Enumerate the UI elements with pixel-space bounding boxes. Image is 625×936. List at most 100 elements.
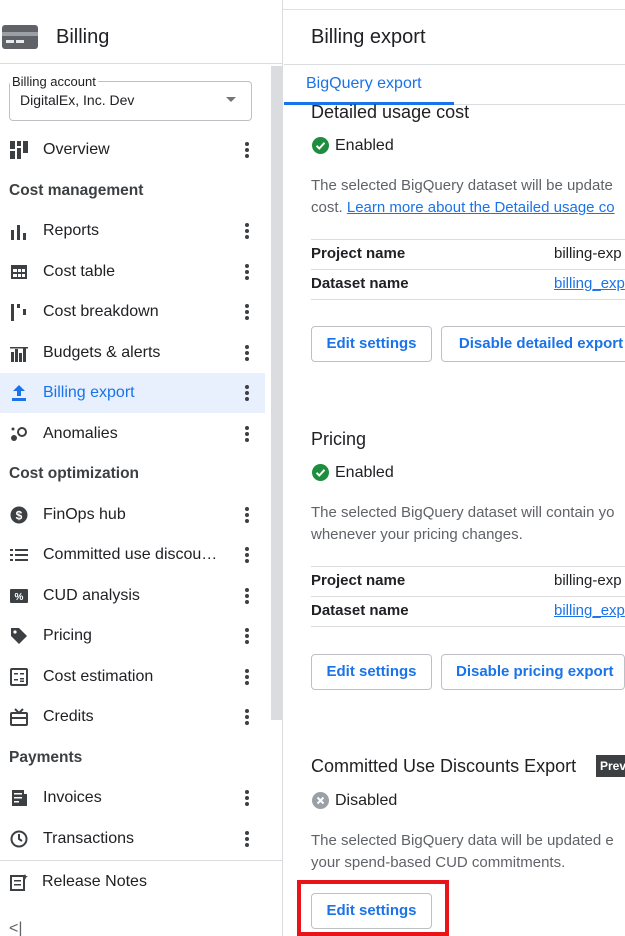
percent-tag-icon: %: [10, 589, 28, 603]
more-vert-icon[interactable]: [240, 707, 254, 727]
sidebar-item-billing-export[interactable]: Billing export: [0, 373, 265, 413]
collapse-sidebar-icon[interactable]: <|: [9, 920, 23, 936]
row-divider: [311, 626, 625, 627]
more-vert-icon[interactable]: [240, 221, 254, 241]
sidebar-item-label: Reports: [43, 222, 100, 239]
table-icon: [11, 265, 27, 279]
sidebar-item-label: Invoices: [43, 789, 102, 806]
calculator-icon: [10, 668, 28, 686]
sidebar-item-label: FinOps hub: [43, 506, 126, 523]
more-vert-icon[interactable]: [240, 262, 254, 282]
divider: [284, 64, 625, 65]
description-line: cost. Learn more about the Detailed usag…: [311, 197, 625, 219]
history-icon: [10, 830, 28, 848]
sidebar-item-anomalies[interactable]: Anomalies: [0, 414, 265, 454]
sidebar-item-invoices[interactable]: Invoices: [0, 778, 265, 818]
sidebar-item-budgets-alerts[interactable]: Budgets & alerts: [0, 333, 265, 373]
waterfall-icon: [11, 304, 26, 321]
status-text: Disabled: [335, 792, 398, 809]
row-divider: [311, 239, 625, 240]
description-text: cost.: [311, 199, 347, 216]
tab-bigquery-export[interactable]: BigQuery export: [306, 75, 422, 93]
page-title: Billing export: [311, 26, 426, 48]
sidebar-item-label: Anomalies: [43, 425, 118, 442]
release-notes-link[interactable]: Release Notes: [0, 862, 282, 902]
sidebar-item-label: Budgets & alerts: [43, 344, 161, 361]
sidebar-item-cost-estimation[interactable]: Cost estimation: [0, 657, 265, 697]
disable-detailed-export-button[interactable]: Disable detailed export: [441, 326, 625, 362]
dataset-name-link[interactable]: billing_exp: [554, 275, 625, 292]
more-vert-icon[interactable]: [240, 505, 254, 525]
dashboard-icon: [10, 141, 28, 159]
invoice-icon: [12, 790, 27, 806]
more-vert-icon[interactable]: [240, 667, 254, 687]
sidebar-item-cost-table[interactable]: Cost table: [0, 252, 265, 292]
dataset-name-label: Dataset name: [311, 275, 409, 292]
sidebar-item-label: Credits: [43, 708, 94, 725]
svg-text:%: %: [15, 592, 24, 603]
more-vert-icon[interactable]: [240, 626, 254, 646]
billing-account-label: Billing account: [10, 74, 98, 89]
list-icon: [10, 549, 28, 561]
detailed-edit-settings-button[interactable]: Edit settings: [311, 326, 432, 362]
project-name-label: Project name: [311, 572, 406, 589]
dataset-name-label: Dataset name: [311, 602, 409, 619]
row-divider: [311, 596, 625, 597]
sidebar-header: Billing: [0, 10, 282, 64]
description-line: The selected BigQuery data will be updat…: [311, 832, 614, 849]
disable-pricing-export-button[interactable]: Disable pricing export: [441, 654, 625, 690]
sidebar-item-cost-breakdown[interactable]: Cost breakdown: [0, 292, 265, 332]
sidebar-item-label: CUD analysis: [43, 587, 140, 604]
section-payments: Payments: [9, 749, 83, 766]
more-vert-icon[interactable]: [240, 545, 254, 565]
cancel-circle-icon: [312, 792, 329, 809]
learn-more-link[interactable]: Learn more about the Detailed usage co: [347, 199, 615, 216]
sidebar-item-overview[interactable]: Overview: [0, 130, 265, 170]
budget-icon: [10, 347, 28, 362]
sidebar-item-label: Overview: [43, 141, 110, 158]
detailed-description: The selected BigQuery dataset will be up…: [311, 175, 625, 219]
sidebar-item-credits[interactable]: Credits: [0, 697, 265, 737]
cud-export-title: Committed Use Discounts Export: [311, 756, 577, 776]
more-vert-icon[interactable]: [240, 586, 254, 606]
more-vert-icon[interactable]: [240, 788, 254, 808]
release-notes-icon: [10, 874, 28, 891]
check-circle-icon: [312, 464, 329, 481]
more-vert-icon[interactable]: [240, 302, 254, 322]
sidebar-item-finops-hub[interactable]: $ FinOps hub: [0, 495, 265, 535]
sidebar-scrollbar[interactable]: [271, 66, 282, 720]
dataset-name-link[interactable]: billing_exp: [554, 602, 625, 619]
section-cost-optimization: Cost optimization: [9, 465, 140, 482]
sidebar-item-transactions[interactable]: Transactions: [0, 819, 265, 859]
check-circle-icon: [312, 137, 329, 154]
more-vert-icon[interactable]: [240, 140, 254, 160]
pricing-title: Pricing: [311, 429, 367, 449]
cud-description: The selected BigQuery data will be updat…: [311, 830, 625, 874]
dropdown-caret-icon[interactable]: [226, 97, 236, 102]
pricing-edit-settings-button[interactable]: Edit settings: [311, 654, 432, 690]
status-text: Enabled: [335, 464, 394, 481]
sidebar-item-committed-use-discounts[interactable]: Committed use discou…: [0, 535, 265, 575]
sidebar-item-cud-analysis[interactable]: % CUD analysis: [0, 576, 265, 616]
billing-card-icon: [2, 25, 38, 49]
sidebar-item-label: Billing export: [43, 384, 135, 401]
anomalies-icon: [11, 427, 27, 441]
description-line: your spend-based CUD commitments.: [311, 854, 566, 871]
description-line: whenever your pricing changes.: [311, 526, 523, 543]
sidebar-item-reports[interactable]: Reports: [0, 211, 265, 251]
sidebar-item-label: Committed use discou…: [43, 546, 218, 563]
description-line: The selected BigQuery dataset will be up…: [311, 177, 613, 194]
product-title: Billing: [56, 26, 110, 48]
sidebar-item-label: Cost estimation: [43, 668, 154, 685]
more-vert-icon[interactable]: [240, 343, 254, 363]
more-vert-icon[interactable]: [240, 424, 254, 444]
row-divider: [311, 269, 625, 270]
dollar-circle-icon: $: [10, 506, 28, 524]
status-text: Enabled: [335, 137, 394, 154]
sidebar-item-pricing[interactable]: Pricing: [0, 616, 265, 656]
more-vert-icon[interactable]: [240, 829, 254, 849]
more-vert-icon[interactable]: [240, 383, 254, 403]
project-name-value: billing-exp: [554, 572, 622, 589]
gift-card-icon: [10, 708, 28, 726]
description-line: The selected BigQuery dataset will conta…: [311, 504, 615, 521]
